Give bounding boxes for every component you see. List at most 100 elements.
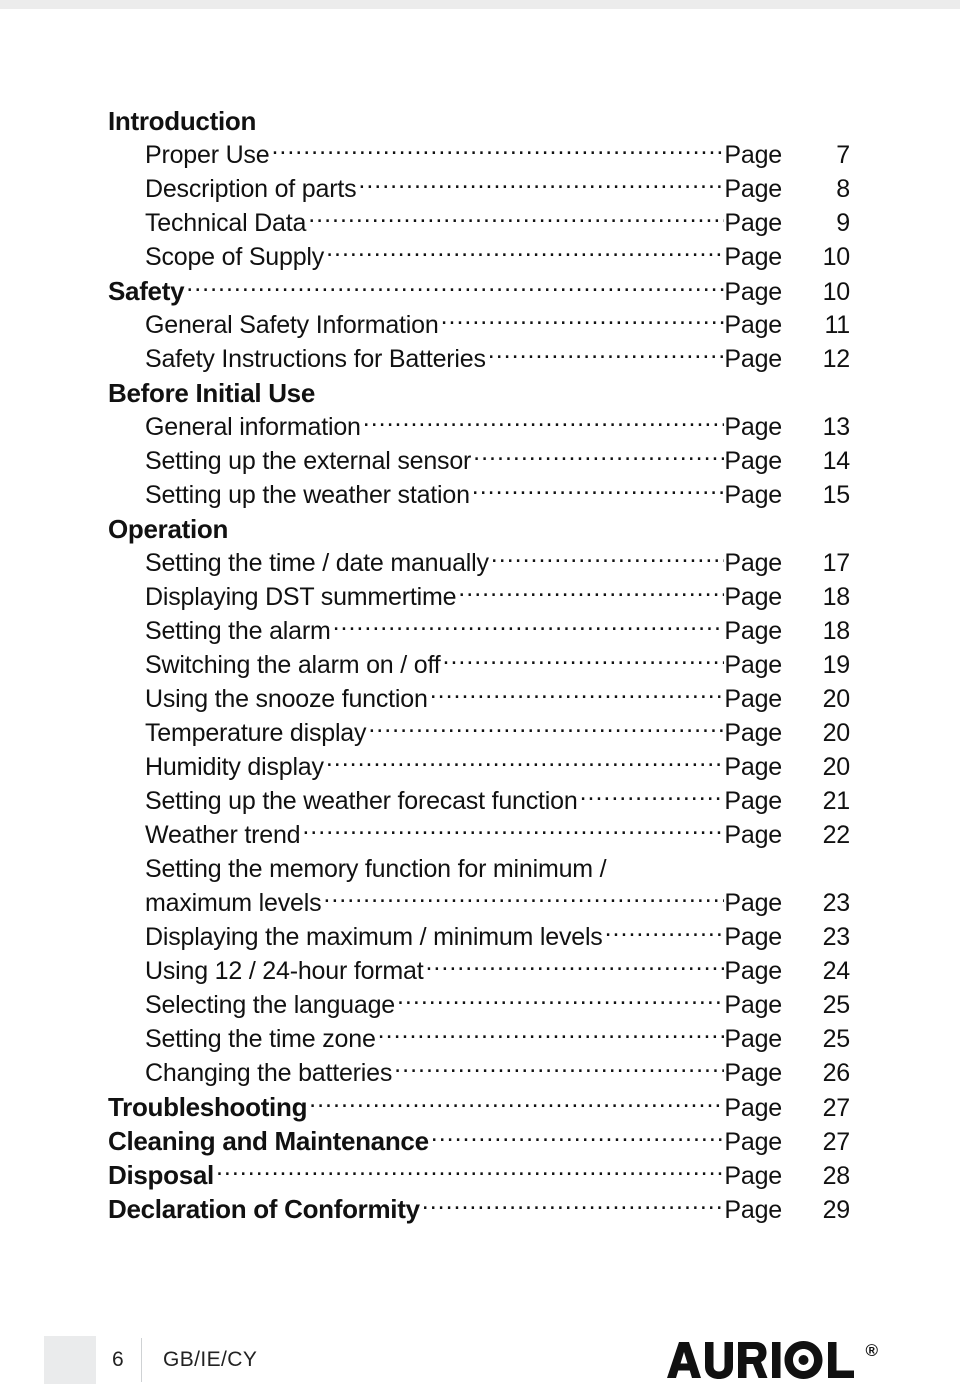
toc-entry: Weather trend Page 22 — [108, 818, 850, 852]
toc-entry: Selecting the language Page 25 — [108, 988, 850, 1022]
dot-leader — [258, 114, 782, 130]
toc-title: Using 12 / 24-hour format — [145, 957, 424, 985]
toc-section-heading: Declaration of Conformity Page 29 — [108, 1192, 850, 1226]
toc-entry: Proper Use Page 7 — [108, 138, 850, 172]
toc-page-number: 24 — [822, 957, 851, 985]
toc-entry: Displaying DST summertime Page 18 — [108, 580, 850, 614]
toc-entry: Using the snooze function Page 20 — [108, 682, 850, 716]
dot-leader — [302, 827, 724, 843]
page-footer: 6 GB/IE/CY ® — [0, 1330, 960, 1390]
toc-page-number: 12 — [822, 345, 851, 373]
toc-page-number: 26 — [822, 1059, 851, 1087]
dot-leader — [422, 1202, 725, 1218]
toc-entry: Displaying the maximum / minimum levels P… — [108, 920, 850, 954]
toc-page-label: Page — [724, 923, 782, 951]
dot-leader — [430, 691, 725, 707]
toc-section-heading: Disposal Page 28 — [108, 1158, 850, 1192]
toc-page-label: Page — [724, 141, 782, 169]
toc-page-label: Page — [724, 549, 782, 577]
dot-leader — [473, 453, 724, 469]
dot-leader — [425, 963, 724, 979]
toc-section-heading: Introduction — [108, 104, 850, 138]
toc-page-number: 22 — [822, 821, 851, 849]
toc-page-label: Page — [724, 889, 782, 917]
toc-title: Displaying DST summertime — [145, 583, 457, 611]
toc-page-label: Page — [724, 1094, 782, 1122]
toc-page-label: Page — [724, 1162, 782, 1190]
toc-page-number: 18 — [822, 583, 851, 611]
auriol-logo: ® — [667, 1340, 878, 1380]
toc-page-label: Page — [724, 345, 782, 373]
toc-page-label: Page — [724, 821, 782, 849]
toc-title: Selecting the language — [145, 991, 395, 1019]
dot-leader — [394, 1065, 724, 1081]
toc-entry: Setting up the weather station Page 15 — [108, 478, 850, 512]
dot-leader — [358, 181, 724, 197]
toc-page-label: Page — [724, 1196, 782, 1224]
toc-page-label: Page — [724, 787, 782, 815]
dot-leader — [443, 657, 725, 673]
top-gray-band — [0, 0, 960, 9]
toc-page-label: Page — [724, 175, 782, 203]
toc-page-number: 7 — [836, 141, 850, 169]
toc-entry: Changing the batteries Page 26 — [108, 1056, 850, 1090]
dot-leader — [368, 725, 724, 741]
dot-leader — [309, 1100, 724, 1116]
toc-page-number: 17 — [822, 549, 851, 577]
dot-leader — [458, 589, 724, 605]
toc-page-label: Page — [724, 753, 782, 781]
toc-title: Setting the time / date manually — [145, 549, 489, 577]
toc-page-number: 13 — [822, 413, 851, 441]
toc-page-label: Page — [724, 1128, 782, 1156]
toc-title: Before Initial Use — [108, 378, 315, 408]
toc-page-number: 29 — [822, 1196, 851, 1224]
dot-leader — [608, 861, 782, 877]
dot-leader — [271, 147, 724, 163]
toc-title: Troubleshooting — [108, 1092, 308, 1122]
dot-leader — [186, 284, 724, 300]
toc-page-label: Page — [724, 413, 782, 441]
toc-page-number: 19 — [822, 651, 851, 679]
toc-entry: Setting the time zone Page 25 — [108, 1022, 850, 1056]
dot-leader — [491, 555, 725, 571]
toc-page-number: 15 — [822, 481, 851, 509]
toc-title: Disposal — [108, 1160, 214, 1190]
toc-page-number: 10 — [822, 278, 851, 306]
dot-leader — [431, 1134, 725, 1150]
toc-page-label: Page — [724, 1059, 782, 1087]
dot-leader — [488, 351, 725, 367]
toc-page-number: 23 — [822, 889, 851, 917]
toc-page-number: 9 — [836, 209, 850, 237]
toc-page-number: 21 — [822, 787, 851, 815]
toc-page-number: 28 — [822, 1162, 851, 1190]
toc-page-number: 11 — [824, 311, 850, 339]
dot-leader — [363, 419, 725, 435]
toc-title: Using the snooze function — [145, 685, 428, 713]
toc-title: Safety Instructions for Batteries — [145, 345, 486, 373]
toc-page-number: 18 — [822, 617, 851, 645]
toc-entry: Switching the alarm on / off Page 19 — [108, 648, 850, 682]
toc-entry: Setting the memory function for minimum … — [108, 852, 850, 886]
dot-leader — [472, 487, 725, 503]
toc-section-heading: Operation — [108, 512, 850, 546]
toc-title: Cleaning and Maintenance — [108, 1126, 429, 1156]
toc-title: Operation — [108, 514, 229, 544]
toc-title: Proper Use — [145, 141, 270, 169]
auriol-wordmark-icon — [667, 1341, 855, 1379]
toc-section-heading: Before Initial Use — [108, 376, 850, 410]
toc-title: Setting up the weather station — [145, 481, 470, 509]
toc-page-label: Page — [724, 583, 782, 611]
toc-entry: Safety Instructions for Batteries Page 12 — [108, 342, 850, 376]
toc-entry: Setting the alarm Page 18 — [108, 614, 850, 648]
toc-title: Description of parts — [145, 175, 357, 203]
toc-page-number: 8 — [836, 175, 850, 203]
toc-page-label: Page — [724, 447, 782, 475]
toc-page-number: 20 — [822, 753, 851, 781]
toc-title: Setting the memory function for minimum … — [145, 855, 607, 883]
dot-leader — [605, 929, 725, 945]
dot-leader — [216, 1168, 724, 1184]
toc-page-number: 27 — [822, 1128, 851, 1156]
dot-leader — [580, 793, 725, 809]
toc-page-label: Page — [724, 243, 782, 271]
toc-page-number: 25 — [822, 991, 851, 1019]
